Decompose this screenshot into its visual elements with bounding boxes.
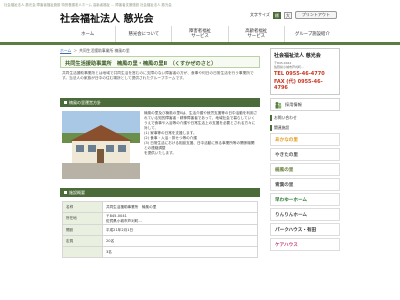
sidebar-fax: FAX (代) 0955-46-4796: [274, 79, 323, 91]
nav-disability-services[interactable]: 障害者福祉 サービス: [172, 26, 229, 42]
nav-group-facilities[interactable]: グループ施設紹介: [285, 26, 340, 42]
section-heading-label: 施設概要: [69, 189, 85, 195]
table-label: 所在地: [62, 212, 103, 225]
section-heading-overview: 施設概要: [60, 188, 260, 197]
facility-photo-image: [62, 111, 140, 179]
font-size-label: 文字サイズ: [250, 12, 270, 17]
section-body-policy: 楠風の里及び楠風の里Ⅱは、生活介護や就労支援等の日中活動を利用されている知的障害…: [60, 107, 260, 185]
table-row: 開設 平成21年2月1日: [62, 224, 258, 236]
nav-home[interactable]: ホーム: [60, 26, 117, 42]
table-value: 3名: [102, 246, 258, 258]
breadcrumb-current: 共同生活援助事業所 楠風の里: [79, 48, 130, 53]
table-value: 20名: [102, 235, 258, 247]
top-strip: 社会福祉法人 慈光会 障害者福祉施設 特別養護老人ホーム 高齢者福祉 ... 障…: [4, 3, 172, 7]
section-heading-policy: 楠風の里運営方針: [60, 98, 260, 107]
page-title-box: 共同生活援助事業所 楠風の里・楠風の里Ⅱ （くすかぜのさと）: [60, 56, 260, 68]
table-label: 名称: [62, 201, 103, 213]
bar-bullet-icon: [270, 125, 272, 131]
recruit-label: 採用情報: [285, 101, 302, 107]
facility-link-aoba[interactable]: 青葉の里: [270, 178, 340, 191]
sidebar-org-name: 社会福祉法人 慈光会: [274, 53, 321, 59]
facility-link-park-house[interactable]: パークハウス・有田: [270, 223, 340, 236]
table-row: 名称 共同生活援助事業所 楠風の里: [62, 201, 258, 213]
sidebar-link-related[interactable]: 関連施設: [270, 125, 340, 131]
font-size-large-button[interactable]: 大: [283, 11, 292, 19]
page-title: 共同生活援助事業所 楠風の里・楠風の里Ⅱ （くすかぜのさと）: [65, 61, 217, 67]
sidebar-link-label: お問い合わせ: [274, 115, 297, 120]
recruit-banner[interactable]: 採用情報: [270, 98, 340, 111]
print-button[interactable]: プリントアウト: [294, 11, 337, 19]
table-label: 開設: [62, 224, 103, 236]
table-label: 定員: [62, 235, 103, 247]
main-content: 共同生活援助事業所 楠風の里・楠風の里Ⅱ （くすかぜのさと） 共同生活援助事業所…: [60, 56, 260, 300]
section-heading-label: 楠風の里運営方針: [69, 99, 101, 105]
facility-link-kusukaze[interactable]: 楠風の里: [270, 163, 340, 176]
table-row: 3名: [62, 246, 258, 258]
facility-link-yakita[interactable]: やきたの里: [270, 148, 340, 161]
table-row: 定員 20名: [62, 235, 258, 247]
global-nav: ホーム 慈光会について 障害者福祉 サービス 高齢者福祉 サービス グループ施設…: [60, 26, 340, 42]
sidebar-link-label: 関連施設: [274, 125, 290, 130]
overview-table: 名称 共同生活援助事業所 楠風の里 所在地 〒845-0041 佐賀県小城市芦刈…: [62, 201, 258, 258]
square-bullet-icon: [64, 101, 67, 104]
table-value: 〒845-0041 佐賀県小城市芦刈町...: [102, 212, 258, 225]
header-tools: 文字サイズ 標 大 プリントアウト: [250, 11, 337, 19]
nav-underline: [0, 42, 400, 45]
sidebar-link-contact[interactable]: お問い合わせ: [270, 115, 340, 121]
breadcrumb-home[interactable]: ホーム: [60, 48, 71, 54]
square-bullet-icon: [64, 191, 67, 194]
facility-photo: [62, 111, 140, 179]
breadcrumb: ホーム ＞ 共同生活援助事業所 楠風の里: [60, 48, 130, 54]
font-size-standard-button[interactable]: 標: [272, 11, 281, 19]
nav-about[interactable]: 慈光会について: [116, 26, 173, 42]
table-label: [62, 246, 103, 258]
facility-link-rinrin-home[interactable]: りんりんホーム: [270, 208, 340, 221]
table-row: 所在地 〒845-0041 佐賀県小城市芦刈町...: [62, 212, 258, 225]
table-value: 共同生活援助事業所 楠風の里: [102, 201, 258, 213]
contact-box: 社会福祉法人 慈光会 〒845-0041 佐賀県小城市芦刈町... TEL 09…: [270, 48, 340, 95]
intro-text: 共同生活援助事業所とは地域で共同生活を営むのに支障のない障害者の方が、食事や何日…: [62, 71, 254, 80]
site-header: 社会福祉法人 慈光会 文字サイズ 標 大 プリントアウト: [0, 8, 400, 25]
sidebar-address: 〒845-0041 佐賀県小城市芦刈町...: [274, 61, 304, 69]
facility-link-hayawa-home[interactable]: 早わゆーホーム: [270, 193, 340, 206]
facility-link-akana[interactable]: あかなの里: [270, 133, 340, 146]
table-value: 平成21年2月1日: [102, 224, 258, 236]
facility-link-care-house[interactable]: ケアハウス: [270, 238, 340, 251]
breadcrumb-separator: ＞: [73, 48, 78, 53]
sidebar-tel[interactable]: TEL 0955-46-4770: [274, 71, 336, 77]
bar-bullet-icon: [270, 115, 272, 121]
sidebar: 社会福祉法人 慈光会 〒845-0041 佐賀県小城市芦刈町... TEL 09…: [270, 48, 340, 251]
nav-elderly-services[interactable]: 高齢者福祉 サービス: [229, 26, 285, 42]
site-logo[interactable]: 社会福祉法人 慈光会: [60, 10, 153, 25]
people-icon: [275, 101, 282, 108]
policy-text: 楠風の里及び楠風の里Ⅱは、生活介護や就労支援等の日中活動を利用されている知的障害…: [144, 111, 258, 155]
